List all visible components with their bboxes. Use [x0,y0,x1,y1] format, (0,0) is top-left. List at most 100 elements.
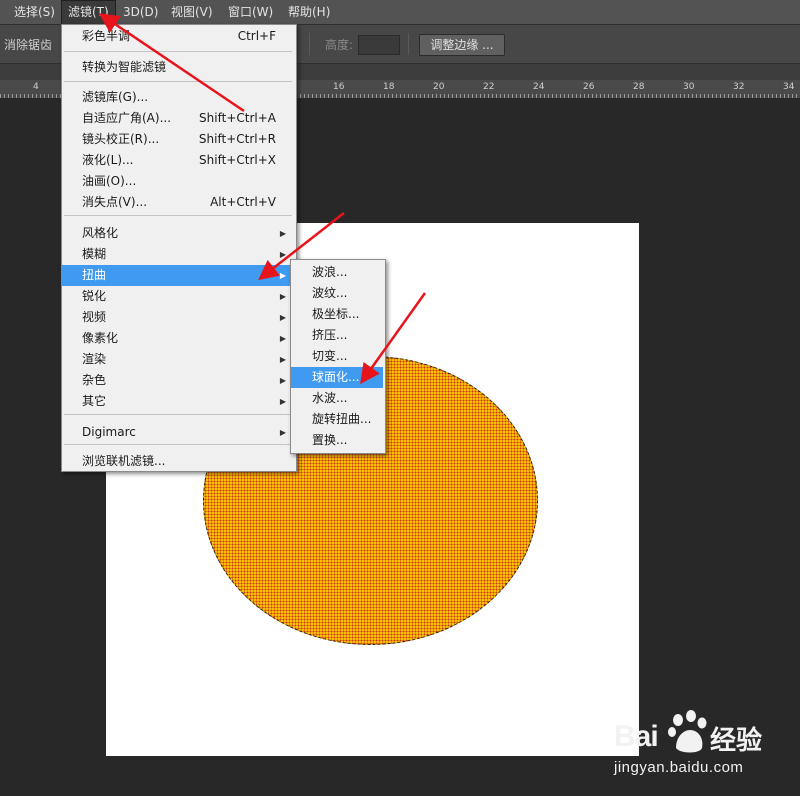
submenu-arrow-icon: ▶ [279,355,286,364]
menu-item-liquify[interactable]: 液化(L)... Shift+Ctrl+X [62,150,294,171]
refine-edge-button[interactable]: 调整边缘 ... [419,34,505,56]
menu-item-blur[interactable]: 模糊 ▶ [62,244,294,265]
ruler-tick [16,94,17,98]
menu-item-video[interactable]: 视频 ▶ [62,307,294,328]
menu-item-label: 转换为智能滤镜 [82,60,167,74]
menu-item-oil-paint[interactable]: 油画(O)... [62,171,294,192]
menu-select[interactable]: 选择(S) [8,0,61,24]
menu-item-other[interactable]: 其它 ▶ [62,391,294,412]
menu-view[interactable]: 视图(V) [165,0,219,24]
ruler-tick [516,94,517,98]
menu-3d[interactable]: 3D(D) [117,0,164,24]
submenu-item-pinch[interactable]: 挤压... [291,325,383,346]
submenu-item-spherize[interactable]: 球面化... [291,367,383,388]
ruler-tick [684,94,685,98]
submenu-item-shear[interactable]: 切变... [291,346,383,367]
ruler-tick [620,94,621,98]
ruler-tick [368,94,369,98]
ruler-tick [384,94,385,98]
ruler-tick [56,94,57,98]
ruler-tick [540,94,541,98]
ruler-label: 24 [533,82,545,92]
menu-item-shortcut: Shift+Ctrl+R [198,132,276,146]
ruler-tick [412,94,413,98]
ruler-tick [488,94,489,98]
height-field[interactable] [358,35,400,55]
ruler-tick [432,94,433,98]
ruler-tick [312,94,313,98]
ruler-tick [496,94,497,98]
ruler-tick [28,94,29,98]
menu-item-adaptive-wide-angle[interactable]: 自适应广角(A)... Shift+Ctrl+A [62,108,294,129]
ruler-tick [348,94,349,98]
options-divider [408,33,409,55]
ruler-tick [332,94,333,98]
menu-item-browse-online-filters[interactable]: 浏览联机滤镜... [62,451,294,472]
menu-item-label: 消失点(V)... [82,195,148,209]
submenu-item-polar-coordinates[interactable]: 极坐标... [291,304,383,325]
menu-item-digimarc[interactable]: Digimarc ▶ [62,422,294,443]
submenu-arrow-icon: ▶ [279,313,286,322]
ruler-tick [356,94,357,98]
menu-help[interactable]: 帮助(H) [282,0,336,24]
submenu-item-ripple[interactable]: 波纹... [291,283,383,304]
ruler-tick [596,94,597,98]
ruler-tick [644,94,645,98]
menu-item-sharpen[interactable]: 锐化 ▶ [62,286,294,307]
ruler-tick [796,94,797,98]
ruler-tick [732,94,733,98]
ruler-tick [320,94,321,98]
ruler-label: 22 [483,82,495,92]
menu-item-noise[interactable]: 杂色 ▶ [62,370,294,391]
submenu-item-displace[interactable]: 置换... [291,430,383,451]
ruler-tick [556,94,557,98]
menu-item-stylize[interactable]: 风格化 ▶ [62,223,294,244]
menu-item-label: 视频 [82,310,107,324]
menu-filter[interactable]: 滤镜(T) [61,0,116,25]
menu-item-label: 自适应广角(A)... [82,111,172,125]
menu-item-shortcut: Ctrl+F [237,29,276,43]
ruler-tick [740,94,741,98]
menu-item-label: 风格化 [82,226,119,240]
ruler-tick [300,94,301,98]
submenu-item-twirl[interactable]: 旋转扭曲... [291,409,383,430]
ruler-tick [48,94,49,98]
submenu-item-wave[interactable]: 波浪... [291,262,383,283]
ruler-tick [308,94,309,98]
ruler-tick [572,94,573,98]
menu-item-vanishing-point[interactable]: 消失点(V)... Alt+Ctrl+V [62,192,294,213]
ruler-tick [772,94,773,98]
ruler-tick [392,94,393,98]
menu-item-color-halftone[interactable]: 彩色半调 Ctrl+F [62,26,294,47]
ruler-tick [616,94,617,98]
submenu-arrow-icon: ▶ [279,397,286,406]
ruler-tick [604,94,605,98]
ruler-tick [648,94,649,98]
ruler-tick [396,94,397,98]
menu-item-distort[interactable]: 扭曲 ▶ [62,265,294,286]
submenu-item-label: 切变... [312,349,348,363]
menu-item-label: 彩色半调 [82,29,131,43]
ruler-tick [692,94,693,98]
menu-item-filter-gallery[interactable]: 滤镜库(G)... [62,87,294,108]
menu-item-lens-correction[interactable]: 镜头校正(R)... Shift+Ctrl+R [62,129,294,150]
ruler-tick [472,94,473,98]
ruler-tick [376,94,377,98]
menu-item-pixelate[interactable]: 像素化 ▶ [62,328,294,349]
submenu-item-zigzag[interactable]: 水波... [291,388,383,409]
ruler-tick [788,94,789,98]
menu-window[interactable]: 窗口(W) [222,0,279,24]
ruler-tick [668,94,669,98]
antialias-label[interactable]: 消除锯齿 [4,36,52,53]
submenu-item-label: 挤压... [312,328,348,342]
ruler-tick [484,94,485,98]
menu-item-render[interactable]: 渲染 ▶ [62,349,294,370]
ruler-tick [640,94,641,98]
watermark-brand: Bai [614,720,659,753]
ruler-tick [568,94,569,98]
ruler-label: 26 [583,82,595,92]
menu-item-label: 液化(L)... [82,153,134,167]
menu-item-convert-smart-filter[interactable]: 转换为智能滤镜 [62,57,294,78]
submenu-item-label: 水波... [312,391,348,405]
ruler-tick [44,94,45,98]
